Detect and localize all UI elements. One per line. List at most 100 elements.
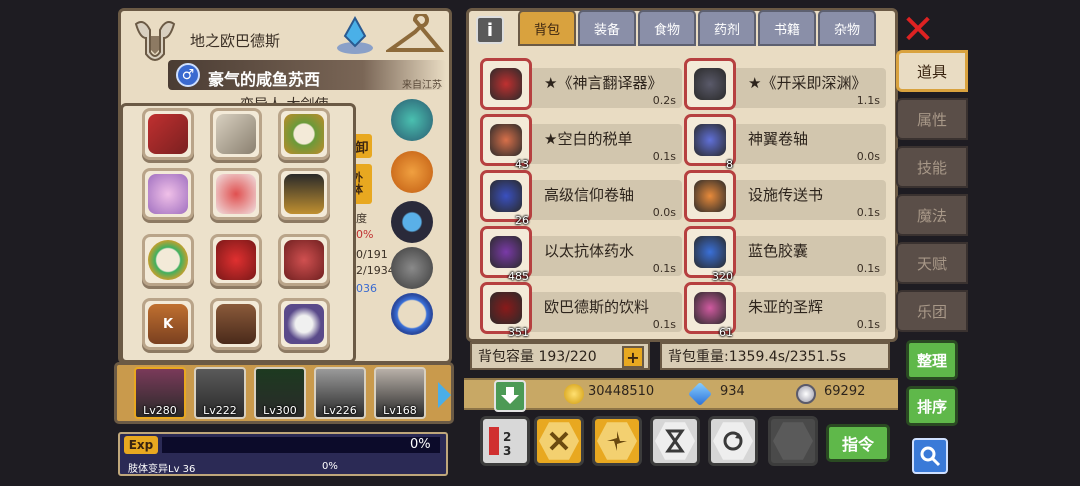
crystal-orb-icon[interactable] <box>332 14 378 56</box>
empty-hexagon-icon <box>773 422 813 460</box>
inventory-item[interactable]: 320 蓝色胶囊 0.1s <box>684 226 886 283</box>
inventory-item[interactable]: 43 ★空白的税单 0.1s <box>480 114 682 171</box>
inventory-item[interactable]: 8 神翼卷轴 0.0s <box>684 114 886 171</box>
party-member-level: Lv168 <box>383 404 417 417</box>
equip-slot[interactable] <box>278 298 330 350</box>
dismantle-button[interactable] <box>534 416 584 466</box>
stat-text: 0/191 <box>356 248 388 261</box>
side-menu-5[interactable]: 乐团 <box>896 290 968 332</box>
equip-slot[interactable] <box>388 244 436 292</box>
party-member[interactable]: Lv222 <box>194 367 246 419</box>
machine-part-icon <box>391 247 433 289</box>
item-slot: 61 <box>684 282 736 339</box>
side-menu-1[interactable]: 属性 <box>896 98 968 140</box>
tab-3[interactable]: 药剂 <box>698 10 756 46</box>
item-time: 0.1s <box>856 318 880 331</box>
equip-slot[interactable] <box>210 234 262 286</box>
item-name: 蓝色胶囊 <box>748 242 809 260</box>
goggles-icon <box>391 201 433 243</box>
item-time: 0.1s <box>652 150 676 163</box>
wing-scroll-icon <box>694 124 726 156</box>
party-member[interactable]: Lv168 <box>374 367 426 419</box>
winged-emblem-icon <box>130 14 180 64</box>
party-member[interactable]: Lv300 <box>254 367 306 419</box>
stat-text: 036 <box>356 282 377 295</box>
inventory-item[interactable]: 26 高级信仰卷轴 0.0s <box>480 170 682 227</box>
tab-2[interactable]: 食物 <box>638 10 696 46</box>
party-next-arrow-icon[interactable] <box>438 382 451 408</box>
equip-slot[interactable] <box>278 234 330 286</box>
number-sort-button[interactable]: 23 <box>480 416 530 466</box>
equip-slot[interactable] <box>142 168 194 220</box>
equip-slot[interactable] <box>142 108 194 160</box>
item-name: 以太抗体药水 <box>544 242 635 260</box>
equip-slot[interactable] <box>388 198 436 246</box>
equip-slot[interactable]: K <box>142 298 194 350</box>
hanger-icon[interactable] <box>386 14 444 58</box>
equip-slot[interactable] <box>388 290 436 338</box>
command-button[interactable]: 指令 <box>826 424 890 462</box>
party-member-level: Lv222 <box>203 404 237 417</box>
teleport-book-icon <box>694 180 726 212</box>
steel-sword-icon <box>216 114 256 154</box>
organize-button[interactable]: 整理 <box>906 340 958 380</box>
equip-slot[interactable] <box>278 168 330 220</box>
swap-button[interactable] <box>708 416 758 466</box>
side-menu-3[interactable]: 魔法 <box>896 194 968 236</box>
side-menu-2[interactable]: 技能 <box>896 146 968 188</box>
expand-capacity-button[interactable]: + <box>622 346 644 368</box>
item-time: 0.2s <box>652 94 676 107</box>
male-gender-icon: ♂ <box>176 63 200 87</box>
k-boot-icon: K <box>148 304 188 344</box>
empty-action-button[interactable] <box>768 416 818 466</box>
weight-label: 背包重量:1359.4s/2351.5s <box>660 342 890 370</box>
exp-bar <box>162 437 440 453</box>
equip-slot[interactable] <box>210 108 262 160</box>
shuriken-button[interactable] <box>592 416 642 466</box>
dark-armor-icon <box>284 174 324 214</box>
crystal-rabbit-icon <box>148 174 188 214</box>
tab-0[interactable]: 背包 <box>518 10 576 46</box>
inventory-item[interactable]: 设施传送书 0.1s <box>684 170 886 222</box>
inventory-item[interactable]: ★《神言翻译器》 0.2s <box>480 58 682 110</box>
item-slot <box>684 170 736 222</box>
inventory-item[interactable]: 61 朱亚的圣辉 0.1s <box>684 282 886 339</box>
party-member[interactable]: Lv226 <box>314 367 366 419</box>
sort-button[interactable]: 排序 <box>906 386 958 426</box>
pickaxe-icon <box>694 68 726 100</box>
leather-boots-icon <box>216 304 256 344</box>
side-menu-0[interactable]: 道具 <box>896 50 968 92</box>
item-time: 0.1s <box>652 262 676 275</box>
equip-slot[interactable] <box>210 298 262 350</box>
equip-slot[interactable] <box>278 108 330 160</box>
tab-1[interactable]: 装备 <box>578 10 636 46</box>
item-slot: 485 <box>480 226 532 283</box>
tab-4[interactable]: 书籍 <box>758 10 816 46</box>
party-member-level: Lv300 <box>263 404 297 417</box>
download-icon[interactable] <box>494 380 526 412</box>
inventory-item[interactable]: ★《开采即深渊》 1.1s <box>684 58 886 110</box>
gold-amount: 30448510 <box>588 384 655 399</box>
party-member-level: Lv226 <box>323 404 357 417</box>
ruby-chest-armor-icon <box>216 240 256 280</box>
faith-scroll-icon <box>490 180 522 212</box>
search-icon[interactable] <box>912 438 948 474</box>
item-time: 1.1s <box>856 94 880 107</box>
pumpkin-icon <box>391 151 433 193</box>
tab-5[interactable]: 杂物 <box>818 10 876 46</box>
ether-potion-icon <box>490 236 522 268</box>
equip-slot[interactable] <box>142 234 194 286</box>
inventory-item[interactable]: 485 以太抗体药水 0.1s <box>480 226 682 283</box>
equip-slot[interactable] <box>210 168 262 220</box>
hourglass-button[interactable] <box>650 416 700 466</box>
inventory-item[interactable]: 351 欧巴德斯的饮料 0.1s <box>480 282 682 339</box>
equip-slot[interactable] <box>388 96 436 144</box>
party-member[interactable]: Lv280 <box>134 367 186 419</box>
item-slot <box>684 58 736 110</box>
exp-percent: 0% <box>410 437 431 452</box>
twin-drum-icon <box>284 304 324 344</box>
info-icon[interactable]: i <box>476 16 504 44</box>
close-icon[interactable]: ✕ <box>898 10 938 50</box>
side-menu-4[interactable]: 天赋 <box>896 242 968 284</box>
equip-slot[interactable] <box>388 148 436 196</box>
